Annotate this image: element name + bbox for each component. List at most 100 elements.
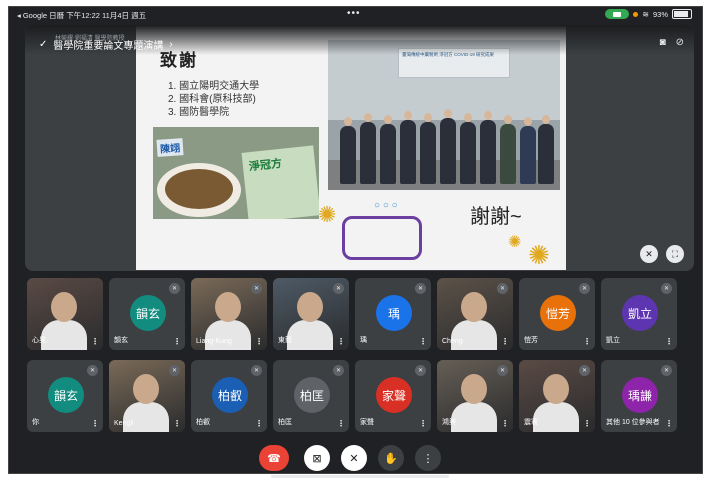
camera-toggle-button[interactable]: ⊠: [304, 445, 330, 471]
chevron-right-icon[interactable]: ›: [169, 39, 172, 50]
fullscreen-icon[interactable]: ⛶: [666, 245, 684, 263]
participant-tile[interactable]: ✕ Cheng ⋮: [437, 278, 513, 350]
avatar: 凱立: [622, 295, 658, 331]
participant-tile[interactable]: 韻玄 ✕ 你 ⋮: [27, 360, 103, 432]
mic-in-use-icon: [633, 11, 639, 17]
mic-off-icon: ✕: [169, 365, 180, 376]
more-vertical-icon[interactable]: ⋮: [255, 419, 263, 428]
meeting-title-bar[interactable]: ✓ 林榮耀‧劉福清 醫學院教授 醫學院重要論文專題演講 ›: [39, 36, 173, 52]
avatar: 柏叡: [212, 377, 248, 413]
chevron-down-icon[interactable]: ✓: [39, 39, 47, 50]
participant-tile[interactable]: 瑀謙 ✕ 其他 10 位參與者 ⋮: [601, 360, 677, 432]
hang-up-button[interactable]: ☎: [259, 445, 289, 471]
slide-list-item: 2. 國科會(原科技部): [168, 94, 256, 105]
mic-off-icon: ✕: [497, 365, 508, 376]
avatar: 愷芳: [540, 295, 576, 331]
more-options-button[interactable]: ⋮: [415, 445, 441, 471]
slide-thanks-text: 謝謝~: [470, 206, 522, 228]
more-vertical-icon[interactable]: ⋮: [255, 337, 263, 346]
more-vertical-icon[interactable]: ⋮: [173, 419, 181, 428]
more-vertical-icon[interactable]: ⋮: [91, 337, 99, 346]
status-bar-left-text[interactable]: ◂ Google 日曆 下午12:22 11月4日 週五: [17, 10, 146, 21]
participant-tile[interactable]: 韻玄 ✕ 韻玄 ⋮: [109, 278, 185, 350]
raise-hand-button[interactable]: ✋: [378, 445, 404, 471]
more-vertical-icon[interactable]: ⋮: [419, 337, 427, 346]
battery-icon: [672, 9, 692, 19]
mic-off-icon: ✕: [415, 283, 426, 294]
mic-off-icon: ✕: [661, 365, 672, 376]
participant-name: Cheng: [442, 338, 463, 345]
product-label: 淨冠方: [248, 157, 283, 174]
participant-tile[interactable]: 家聲 ✕ 家聲 ⋮: [355, 360, 431, 432]
mic-off-icon: ✕: [415, 365, 426, 376]
participant-tile[interactable]: ✕ Liang-Kung ⋮: [191, 278, 267, 350]
herbal-product-photo: 陳翊 淨冠方: [153, 127, 319, 219]
mic-off-icon: ✕: [333, 283, 344, 294]
mic-off-icon: ✕: [497, 283, 508, 294]
mic-off-icon: ✕: [251, 365, 262, 376]
participant-tile[interactable]: 凱立 ✕ 凱立 ⋮: [601, 278, 677, 350]
more-vertical-icon[interactable]: ⋮: [665, 337, 673, 346]
participant-tile[interactable]: 瑀 ✕ 瑀 ⋮: [355, 278, 431, 350]
mic-off-icon[interactable]: ✕: [640, 245, 658, 263]
product-bag: 淨冠方: [241, 145, 319, 219]
avatar: 韻玄: [130, 295, 166, 331]
more-vertical-icon[interactable]: ⋮: [337, 419, 345, 428]
raise-hand-icon: ✋: [384, 452, 398, 465]
multitasking-dots[interactable]: •••: [347, 8, 361, 19]
hang-up-icon: ☎: [267, 452, 281, 465]
participant-tile[interactable]: 心晃 ⋮: [27, 278, 103, 350]
avatar: 柏匡: [294, 377, 330, 413]
participant-name: Kengli: [114, 420, 134, 427]
participant-name: 愷芳: [524, 337, 538, 344]
mic-toggle-button[interactable]: ✕: [341, 445, 367, 471]
camera-off-icon: ⊠: [312, 452, 322, 465]
participant-tile[interactable]: 柏叡 ✕ 柏叡 ⋮: [191, 360, 267, 432]
avatar: 瑀: [376, 295, 412, 331]
more-vertical-icon[interactable]: ⋮: [501, 419, 509, 428]
participant-name: 鴻興: [442, 419, 456, 426]
wifi-icon: ≋: [642, 9, 649, 19]
more-vertical-icon[interactable]: ⋮: [419, 419, 427, 428]
mic-off-icon: ✕: [333, 365, 344, 376]
participant-tile[interactable]: 愷芳 ✕ 愷芳 ⋮: [519, 278, 595, 350]
stage-bottom-icons: ✕ ⛶: [640, 245, 684, 263]
meeting-subtitle: 林榮耀‧劉福清 醫學院教授: [55, 36, 125, 42]
participant-name: 柏匡: [278, 419, 292, 426]
participant-tile[interactable]: ✕ Kengli ⋮: [109, 360, 185, 432]
speaker-off-icon[interactable]: ⊘: [676, 37, 684, 48]
more-vertical-icon[interactable]: ⋮: [337, 337, 345, 346]
participant-tile[interactable]: ✕ 震寰 ⋮: [519, 360, 595, 432]
switch-camera-icon[interactable]: ◙: [660, 37, 666, 48]
slide-list-item: 3. 國防醫學院: [168, 107, 230, 118]
status-bar-right: ≋ 93%: [605, 9, 692, 19]
meet-window: ◂ Google 日曆 下午12:22 11月4日 週五 ••• ≋ 93% 致…: [8, 6, 703, 478]
mic-off-icon: ✕: [169, 283, 180, 294]
participant-name: 凱立: [606, 337, 620, 344]
virus-illustration-icon: ✺: [528, 240, 550, 270]
group-photo: 臺灣傳統中藥製劑 淨冠方 COVID-19 研究成果: [328, 40, 560, 190]
mic-off-icon: ✕: [579, 283, 590, 294]
participant-name: 家聲: [360, 419, 374, 426]
participant-name: 其他 10 位參與者: [606, 419, 660, 426]
participant-name: 瑀: [360, 337, 367, 344]
avatar: 瑀謙: [622, 377, 658, 413]
more-vertical-icon[interactable]: ⋮: [91, 419, 99, 428]
more-vertical-icon[interactable]: ⋮: [665, 419, 673, 428]
mic-off-icon: ✕: [349, 452, 359, 465]
more-vertical-icon[interactable]: ⋮: [501, 337, 509, 346]
more-vertical-icon[interactable]: ⋮: [583, 337, 591, 346]
mic-off-icon: ✕: [661, 283, 672, 294]
participant-tile[interactable]: 柏匡 ✕ 柏匡 ⋮: [273, 360, 349, 432]
slide-list-item: 1. 國立陽明交通大學: [168, 81, 260, 92]
presentation-stage[interactable]: 致謝 1. 國立陽明交通大學 2. 國科會(原科技部) 3. 國防醫學院 陳翊 …: [25, 25, 694, 271]
more-vertical-icon[interactable]: ⋮: [173, 337, 181, 346]
participant-name: 柏叡: [196, 419, 210, 426]
shared-slide: 致謝 1. 國立陽明交通大學 2. 國科會(原科技部) 3. 國防醫學院 陳翊 …: [136, 26, 566, 270]
participant-name: 韻玄: [114, 337, 128, 344]
participant-tile[interactable]: ✕ 東毅 ⋮: [273, 278, 349, 350]
participant-tile[interactable]: ✕ 鴻興 ⋮: [437, 360, 513, 432]
more-vertical-icon[interactable]: ⋮: [583, 419, 591, 428]
status-bar: ◂ Google 日曆 下午12:22 11月4日 週五 ••• ≋ 93%: [9, 7, 702, 23]
battery-percent: 93%: [652, 9, 668, 19]
